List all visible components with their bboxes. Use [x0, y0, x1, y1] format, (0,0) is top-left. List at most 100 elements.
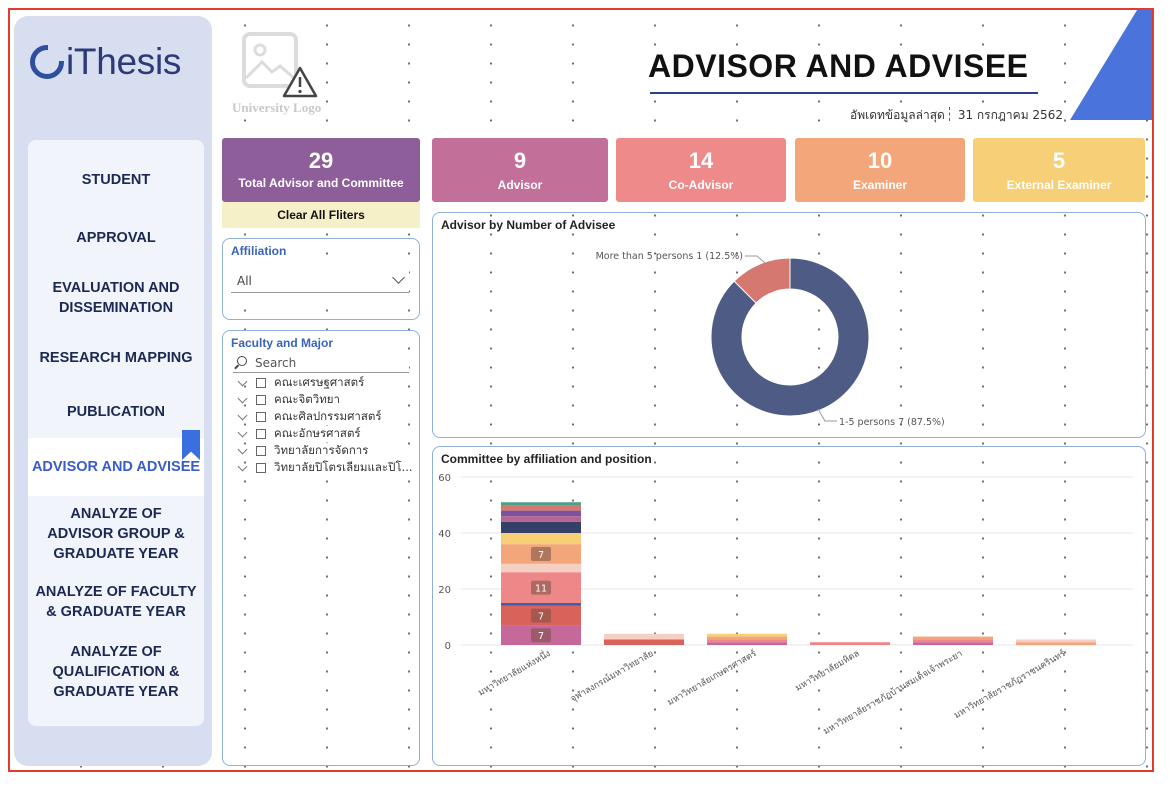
donut-leader-line	[745, 255, 766, 264]
chevron-down-icon[interactable]	[237, 393, 248, 403]
bar-segment[interactable]	[1016, 642, 1096, 645]
bar-segment[interactable]	[913, 639, 993, 643]
bar-segment[interactable]	[707, 633, 787, 637]
last-updated-label: อัพเดทข้อมูลล่าสุด	[850, 108, 945, 122]
kpi-total-card[interactable]: 29 Total Advisor and Committee	[222, 138, 420, 202]
last-updated: อัพเดทข้อมูลล่าสุด 31 กรกฎาคม 2562	[850, 106, 1063, 125]
bar-segment[interactable]	[913, 642, 993, 645]
faculty-checkbox[interactable]	[256, 395, 266, 405]
x-tick-label: มหาวิทยาลัยแห่งหนึ่ง	[475, 646, 552, 698]
faculty-tree-item[interactable]: วิทยาลัยปิโตรเลียมและปิโ...	[237, 460, 417, 476]
image-warning-icon	[242, 32, 318, 98]
donut-leader-line	[817, 408, 837, 422]
kpi-external-examiner-label: External Examiner	[1006, 178, 1112, 192]
x-tick-label: จุฬาลงกรณ์มหาวิทยาลัย	[568, 647, 655, 704]
faculty-filter-title: Faculty and Major	[229, 336, 336, 350]
bar-segment[interactable]	[707, 642, 787, 645]
kpi-examiner-value: 10	[867, 148, 893, 173]
bar-segment[interactable]	[810, 642, 890, 645]
bar-segment[interactable]	[501, 563, 581, 573]
faculty-tree-item[interactable]: วิทยาลัยการจัดการ	[237, 443, 417, 459]
data-label: 7	[538, 550, 544, 561]
sidebar: iThesis STUDENT APPROVAL EVALUATION AND …	[14, 16, 212, 766]
sidebar-item-analyze-qualification[interactable]: ANALYZE OF QUALIFICATION & GRADUATE YEAR	[28, 642, 204, 702]
app-logo[interactable]: iThesis	[30, 41, 182, 82]
affiliation-dropdown[interactable]: All	[231, 271, 409, 293]
y-tick-label: 60	[438, 473, 451, 484]
bar-segment[interactable]	[604, 639, 684, 645]
x-tick-label: มหาวิทยาลัยมหิดล	[793, 648, 861, 694]
sidebar-item-analyze-faculty[interactable]: ANALYZE OF FACULTY & GRADUATE YEAR	[28, 582, 204, 622]
sidebar-item-label: ADVISOR AND ADVISEE	[31, 459, 201, 475]
kpi-examiner-card[interactable]: 10 Examiner	[795, 138, 965, 202]
header-accent-shape	[1070, 10, 1152, 120]
bar-segment[interactable]	[1016, 639, 1096, 643]
bar-segment[interactable]	[501, 505, 581, 511]
data-label: 7	[538, 631, 544, 642]
data-label: 7	[538, 612, 544, 623]
faculty-tree-item[interactable]: คณะเศรษฐศาสตร์	[237, 375, 417, 391]
bar-segment[interactable]	[707, 636, 787, 640]
bar-segment[interactable]	[913, 636, 993, 640]
chevron-down-icon[interactable]	[237, 427, 248, 437]
bookmark-icon	[182, 430, 200, 460]
faculty-tree-item[interactable]: คณะจิตวิทยา	[237, 392, 417, 408]
university-logo: University Logo	[232, 32, 342, 122]
kpi-external-examiner-card[interactable]: 5 External Examiner	[973, 138, 1145, 202]
faculty-tree-item[interactable]: คณะอักษรศาสตร์	[237, 426, 417, 442]
bar-segment[interactable]	[707, 639, 787, 643]
search-icon	[237, 356, 247, 366]
dashboard-frame: iThesis STUDENT APPROVAL EVALUATION AND …	[8, 8, 1154, 772]
chevron-down-icon[interactable]	[237, 410, 248, 420]
chevron-down-icon[interactable]	[237, 376, 248, 386]
page-title: ADVISOR AND ADVISEE	[648, 48, 1029, 85]
kpi-examiner-label: Examiner	[852, 178, 908, 192]
faculty-checkbox[interactable]	[256, 412, 266, 422]
faculty-checkbox[interactable]	[256, 446, 266, 456]
kpi-advisor-label: Advisor	[497, 178, 543, 192]
kpi-total-value: 29	[308, 148, 334, 173]
x-tick-label: มหาวิทยาลัยเกษตรศาสตร์	[665, 647, 759, 708]
kpi-advisor-card[interactable]: 9 Advisor	[432, 138, 608, 202]
bar-segment[interactable]	[501, 533, 581, 545]
donut-label: More than 5 persons 1 (12.5%)	[596, 251, 743, 262]
chevron-down-icon[interactable]	[237, 444, 248, 454]
bar-segment[interactable]	[604, 633, 684, 640]
faculty-search-placeholder: Search	[255, 356, 297, 370]
kpi-total-label: Total Advisor and Committee	[238, 176, 404, 190]
faculty-tree-item[interactable]: คณะศิลปกรรมศาสตร์	[237, 409, 417, 425]
bar-segment[interactable]	[501, 516, 581, 522]
kpi-co-advisor-label: Co-Advisor	[668, 178, 734, 192]
bar-segment[interactable]	[501, 502, 581, 505]
kpi-co-advisor-card[interactable]: 14 Co-Advisor	[616, 138, 786, 202]
bar-segment[interactable]	[501, 603, 581, 606]
faculty-checkbox[interactable]	[256, 429, 266, 439]
sidebar-item-publication[interactable]: PUBLICATION	[28, 402, 204, 422]
sidebar-item-evaluation[interactable]: EVALUATION AND DISSEMINATION	[28, 278, 204, 318]
affiliation-filter: Affiliation All	[222, 238, 420, 320]
faculty-filter: Faculty and Major Search คณะเศรษฐศาสตร์ …	[222, 330, 420, 766]
y-tick-label: 40	[438, 529, 451, 540]
bar-segment[interactable]	[501, 510, 581, 517]
y-tick-label: 0	[445, 641, 451, 652]
faculty-checkbox[interactable]	[256, 378, 266, 388]
logo-text: iThesis	[66, 41, 182, 82]
sidebar-item-research-mapping[interactable]: RESEARCH MAPPING	[28, 348, 204, 368]
faculty-search-input[interactable]: Search	[233, 353, 409, 373]
chevron-down-icon[interactable]	[237, 461, 248, 471]
sidebar-item-student[interactable]: STUDENT	[28, 170, 204, 190]
sidebar-item-advisor-advisee[interactable]: ADVISOR AND ADVISEE	[28, 430, 204, 496]
affiliation-dropdown-value: All	[237, 274, 252, 288]
bar-segment[interactable]	[501, 521, 581, 533]
sidebar-item-approval[interactable]: APPROVAL	[28, 228, 204, 248]
faculty-checkbox[interactable]	[256, 463, 266, 473]
sidebar-item-analyze-advisor-group[interactable]: ANALYZE OF ADVISOR GROUP & GRADUATE YEAR	[28, 504, 204, 564]
bar-panel: Committee by affiliation and position 02…	[432, 446, 1146, 766]
clear-filters-button[interactable]: Clear All Fliters	[222, 202, 420, 228]
bar-chart: 0 20 40 60 7 7 11 7 มหาวิทยาลัยแห่งหนึ่ง จุฬาลงกร…	[438, 473, 1133, 737]
sidebar-nav: STUDENT APPROVAL EVALUATION AND DISSEMIN…	[28, 140, 204, 726]
x-tick-label: มหาวิทยาลัยราชภัฏราชนครินทร์	[952, 647, 1068, 721]
title-underline	[650, 92, 1038, 94]
kpi-co-advisor-value: 14	[688, 148, 714, 173]
chevron-down-icon	[392, 271, 405, 284]
